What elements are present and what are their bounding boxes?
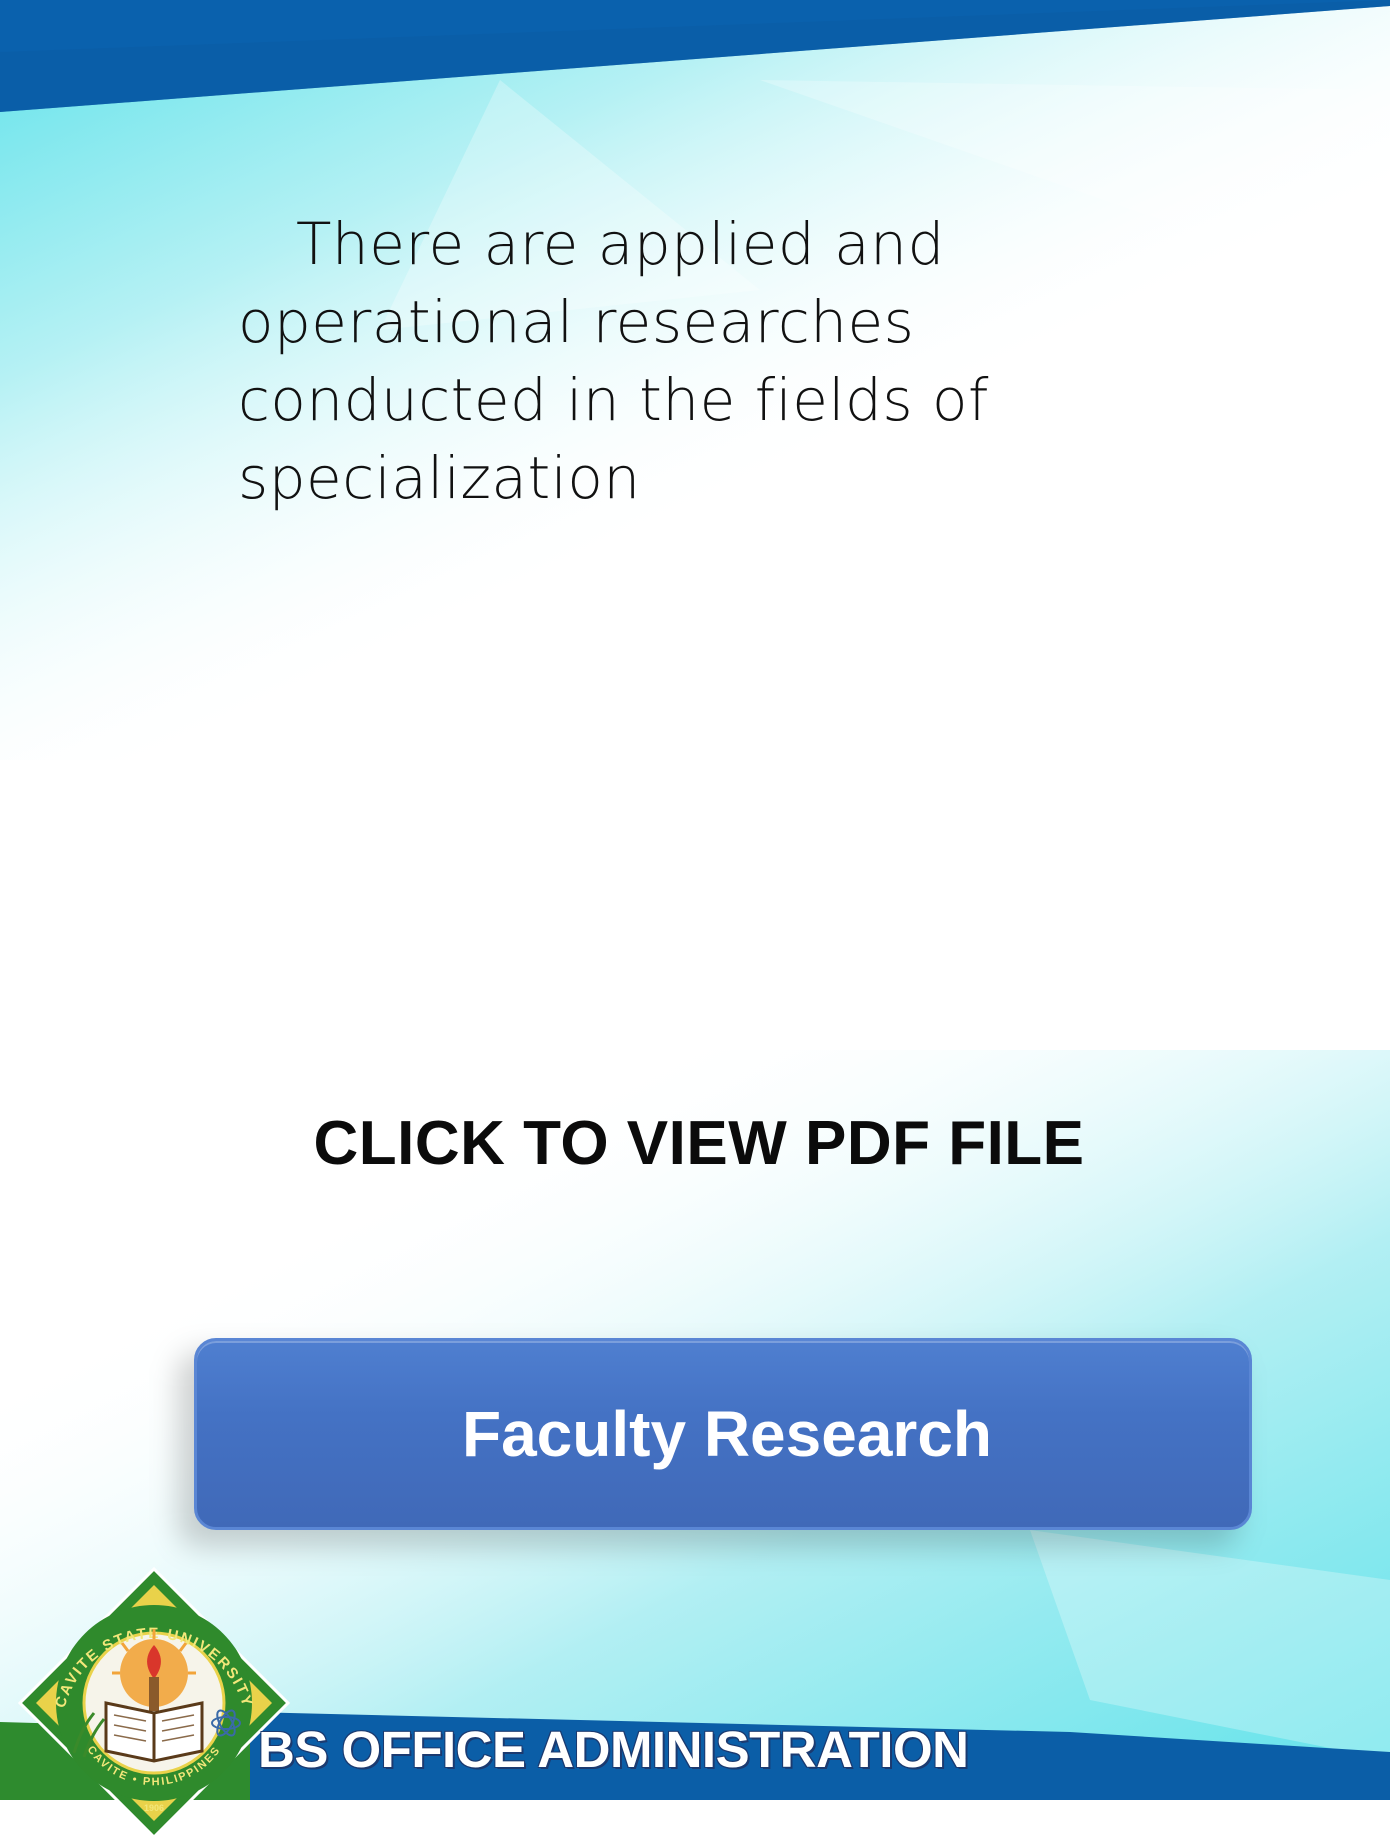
paragraph-line-1: There are applied and <box>296 210 945 278</box>
faculty-research-button[interactable]: Faculty Research <box>194 1338 1252 1530</box>
paragraph-line-3: conducted in the fields of <box>238 366 989 434</box>
paragraph-line-4: specialization <box>238 444 641 512</box>
body-paragraph: There are applied and operational resear… <box>238 205 1138 517</box>
paragraph-line-2: operational researches <box>238 288 915 356</box>
click-to-view-heading: CLICK TO VIEW PDF FILE <box>313 1109 1085 1178</box>
seal-year: 1906 <box>144 1803 164 1813</box>
university-seal-logo: CAVITE STATE UNIVERSITY CAVITE • PHILIPP… <box>17 1566 291 1840</box>
program-title: BS OFFICE ADMINISTRATION <box>258 1721 969 1778</box>
faculty-research-button-label: Faculty Research <box>461 1398 993 1470</box>
